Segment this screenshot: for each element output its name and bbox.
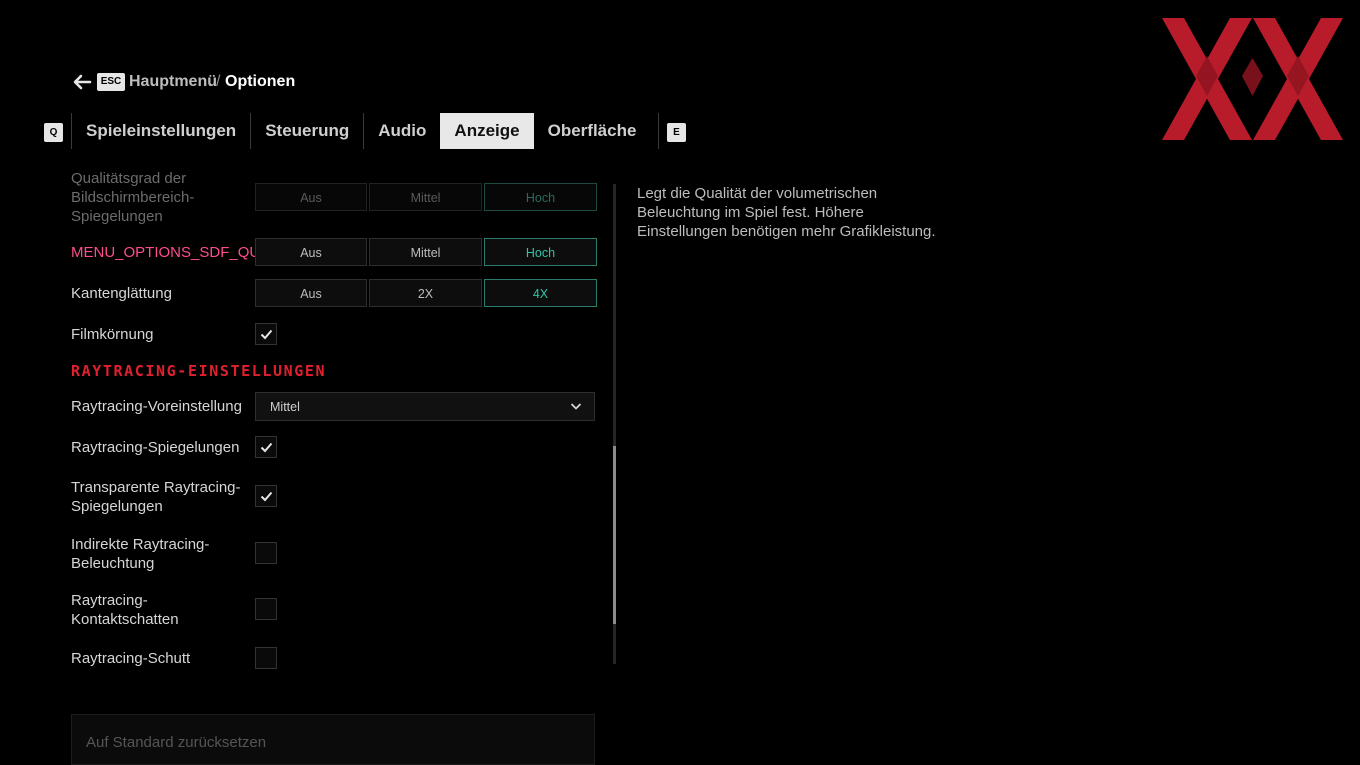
next-tab-key-hint[interactable]: E [667, 123, 686, 142]
breadcrumb-main-menu[interactable]: Hauptmenü [129, 73, 217, 91]
back-arrow-icon[interactable] [72, 72, 92, 92]
rt-transparent-reflections-checkbox[interactable] [255, 485, 277, 507]
scrollbar-thumb[interactable] [613, 446, 616, 624]
anti-aliasing-label: Kantenglättung [71, 285, 172, 302]
tab-interface[interactable]: Oberfläche [534, 113, 651, 149]
rt-contact-shadows-label: Raytracing-Kontaktschatten [71, 592, 179, 628]
raytracing-preset-label: Raytracing-Voreinstellung [71, 398, 242, 415]
ssr-quality-option-high[interactable]: Hoch [484, 183, 597, 211]
rt-debris-checkbox[interactable] [255, 647, 277, 669]
rt-debris-label: Raytracing-Schutt [71, 650, 191, 667]
anti-aliasing-option-off[interactable]: Aus [255, 279, 367, 307]
ssr-quality-option-off[interactable]: Aus [255, 183, 367, 211]
checkmark-icon [260, 491, 273, 502]
reset-defaults-label: Auf Standard zurücksetzen [86, 734, 267, 751]
checkmark-icon [260, 329, 273, 340]
rt-indirect-lighting-label: Indirekte Raytracing-Beleuchtung [71, 536, 210, 572]
rt-contact-shadows-checkbox[interactable] [255, 598, 277, 620]
tab-divider [658, 113, 660, 149]
film-grain-checkbox[interactable] [255, 323, 277, 345]
setting-description: Legt die Qualität der volumetrischen Bel… [637, 185, 936, 240]
anti-aliasing-option-2x[interactable]: 2X [369, 279, 482, 307]
esc-key-hint[interactable]: ESC [97, 73, 125, 91]
rt-indirect-lighting-checkbox[interactable] [255, 542, 277, 564]
raytracing-preset-value: Mittel [270, 400, 300, 414]
sdf-quality-option-off[interactable]: Aus [255, 238, 367, 266]
rt-reflections-label: Raytracing-Spiegelungen [71, 439, 240, 456]
xx-logo [1162, 18, 1343, 140]
tab-audio[interactable]: Audio [363, 113, 440, 149]
tab-display[interactable]: Anzeige [440, 113, 534, 149]
breadcrumb-separator: / [216, 73, 221, 90]
ssr-quality-label: Qualitätsgrad der Bildschirmbereich-Spie… [71, 170, 195, 225]
ssr-quality-option-medium[interactable]: Mittel [369, 183, 482, 211]
tab-controls[interactable]: Steuerung [250, 113, 363, 149]
anti-aliasing-option-4x[interactable]: 4X [484, 279, 597, 307]
chevron-down-icon [570, 403, 582, 410]
breadcrumb-current: Optionen [225, 73, 296, 90]
options-tabs: Spieleinstellungen Steuerung Audio Anzei… [71, 113, 660, 149]
rt-reflections-checkbox[interactable] [255, 436, 277, 458]
film-grain-label: Filmkörnung [71, 326, 154, 343]
rt-transparent-reflections-label: Transparente Raytracing-Spiegelungen [71, 479, 241, 515]
reset-defaults-button[interactable]: Auf Standard zurücksetzen [71, 714, 595, 765]
raytracing-section-title: RAYTRACING-EINSTELLUNGEN [71, 362, 327, 380]
tab-game-settings[interactable]: Spieleinstellungen [71, 113, 250, 149]
sdf-quality-option-high[interactable]: Hoch [484, 238, 597, 266]
raytracing-preset-dropdown[interactable]: Mittel [255, 392, 595, 421]
prev-tab-key-hint[interactable]: Q [44, 123, 63, 142]
sdf-quality-option-medium[interactable]: Mittel [369, 238, 482, 266]
checkmark-icon [260, 442, 273, 453]
